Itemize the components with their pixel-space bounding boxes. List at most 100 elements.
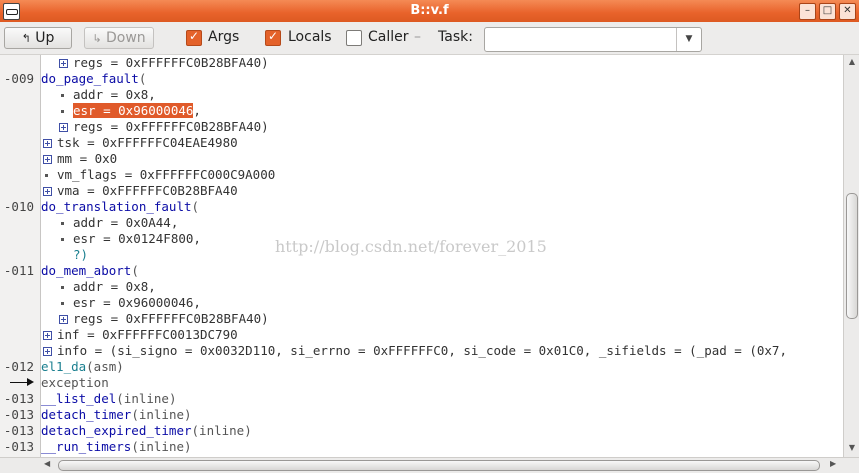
variable-text: tsk = 0xFFFFFFC04EAE4980 <box>57 135 238 150</box>
expand-plus-icon[interactable] <box>43 331 52 340</box>
stack-line[interactable]: mm = 0x0 <box>0 151 843 167</box>
locals-label[interactable]: Locals <box>288 29 332 45</box>
vertical-scrollbar[interactable]: ▲ ▼ <box>843 55 859 457</box>
maximize-icon[interactable]: □ <box>819 3 836 20</box>
minimize-icon[interactable]: – <box>799 3 816 20</box>
stack-line[interactable]: -011 do_mem_abort( <box>0 263 843 279</box>
stack-line[interactable]: inf = 0xFFFFFFC0013DC790 <box>0 327 843 343</box>
variable-text: mm = 0x0 <box>57 151 118 166</box>
variable-text: addr = 0x8, <box>73 279 156 294</box>
function-name[interactable]: do_translation_fault <box>41 199 192 214</box>
stack-line[interactable]: info = (si_signo = 0x0032D110, si_errno … <box>0 343 843 359</box>
function-suffix: ( <box>138 71 147 86</box>
function-suffix: (inline) <box>131 439 192 454</box>
stack-line[interactable]: tsk = 0xFFFFFFC04EAE4980 <box>0 135 843 151</box>
stack-line[interactable]: -013 detach_expired_timer(inline) <box>0 423 843 439</box>
function-frame: el1_da(asm) <box>41 359 124 375</box>
variable-text: regs = 0xFFFFFFC0B28BFA40) <box>73 119 269 134</box>
stack-line[interactable]: addr = 0x0A44, <box>0 215 843 231</box>
function-frame: detach_expired_timer(inline) <box>41 423 252 439</box>
expand-plus-icon[interactable] <box>43 139 52 148</box>
scroll-down-icon[interactable]: ▼ <box>846 443 858 453</box>
locals-checkbox[interactable] <box>265 29 281 46</box>
caller-separator: – <box>414 29 421 45</box>
stack-line[interactable]: esr = 0x96000046, <box>0 103 843 119</box>
function-frame: detach_timer(inline) <box>41 407 192 423</box>
bullet-icon <box>45 174 48 177</box>
stack-line[interactable]: -013 __run_timers(inline) <box>0 439 843 455</box>
stack-line[interactable]: esr = 0x96000046, <box>0 295 843 311</box>
variable-text: regs = 0xFFFFFFC0B28BFA40) <box>73 311 269 326</box>
frame-level: -012 <box>3 359 34 374</box>
stack-line[interactable]: -013 __list_del(inline) <box>0 391 843 407</box>
args-checkbox[interactable] <box>186 29 202 46</box>
stack-line[interactable]: -009 do_page_fault( <box>0 71 843 87</box>
stack-line[interactable]: -012 el1_da(asm) <box>0 359 843 375</box>
frame-label: exception <box>41 375 109 390</box>
variable-suffix: , <box>193 103 201 118</box>
expand-plus-icon[interactable] <box>43 347 52 356</box>
highlighted-variable[interactable]: esr = 0x96000046 <box>73 103 194 118</box>
stack-line[interactable]: exception <box>0 375 843 391</box>
function-name[interactable]: do_mem_abort <box>41 263 131 278</box>
bullet-icon <box>61 302 64 305</box>
function-suffix: (inline) <box>191 423 252 438</box>
stack-line[interactable]: vma = 0xFFFFFFC0B28BFA40 <box>0 183 843 199</box>
stack-line[interactable]: regs = 0xFFFFFFC0B28BFA40) <box>0 55 843 71</box>
expand-plus-icon[interactable] <box>59 59 68 68</box>
function-name[interactable]: __run_timers <box>41 439 131 454</box>
bullet-icon <box>61 94 64 97</box>
function-name[interactable]: detach_timer <box>41 407 131 422</box>
args-label[interactable]: Args <box>208 29 239 45</box>
expand-plus-icon[interactable] <box>43 155 52 164</box>
caller-checkbox[interactable] <box>346 30 362 46</box>
function-suffix: ( <box>131 263 139 278</box>
variable-text: esr = 0x0124F800, <box>73 231 201 246</box>
up-button[interactable]: ↰ Up <box>4 27 72 49</box>
function-suffix: ( <box>191 199 200 214</box>
chevron-down-icon[interactable]: ▼ <box>676 28 701 51</box>
variable-text: esr = 0x96000046, <box>73 103 201 119</box>
down-button[interactable]: ↳ Down <box>84 27 154 49</box>
bullet-icon <box>61 222 64 225</box>
frame-level: -013 <box>3 407 34 422</box>
variable-text: info = (si_signo = 0x0032D110, si_errno … <box>57 343 787 358</box>
stack-line[interactable]: regs = 0xFFFFFFC0B28BFA40) <box>0 311 843 327</box>
watermark: http://blog.csdn.net/forever_2015 <box>275 237 547 256</box>
stack-line[interactable]: addr = 0x8, <box>0 279 843 295</box>
stack-line[interactable]: -010 do_translation_fault( <box>0 199 843 215</box>
scroll-right-icon[interactable]: ▶ <box>830 459 836 468</box>
frame-level: -013 <box>3 423 34 438</box>
bullet-icon <box>61 110 64 113</box>
expand-plus-icon[interactable] <box>59 123 68 132</box>
function-name[interactable]: do_page_fault <box>41 71 139 86</box>
stack-line[interactable]: addr = 0x8, <box>0 87 843 103</box>
task-combobox[interactable]: ▼ <box>484 27 702 52</box>
stack-line[interactable]: regs = 0xFFFFFFC0B28BFA40) <box>0 119 843 135</box>
stack-line[interactable]: -013 detach_timer(inline) <box>0 407 843 423</box>
vertical-scroll-thumb[interactable] <box>846 193 858 319</box>
frame-level: -010 <box>3 199 34 214</box>
bullet-icon <box>61 286 64 289</box>
variable-text: ?) <box>73 247 89 262</box>
horizontal-scroll-thumb[interactable] <box>58 460 820 471</box>
frame-level: -013 <box>3 391 34 406</box>
function-frame: __list_del(inline) <box>41 391 176 407</box>
function-name[interactable]: detach_expired_timer <box>41 423 192 438</box>
scroll-left-icon[interactable]: ◀ <box>44 459 50 468</box>
stack-frame-view[interactable]: regs = 0xFFFFFFC0B28BFA40) -009 do_page_fa… <box>0 55 843 457</box>
close-icon[interactable]: ✕ <box>839 3 856 20</box>
scroll-up-icon[interactable]: ▲ <box>846 57 858 67</box>
frame-level: -009 <box>3 71 34 86</box>
stack-line[interactable]: vm_flags = 0xFFFFFFC000C9A000 <box>0 167 843 183</box>
function-name[interactable]: el1_da <box>41 359 86 374</box>
expand-plus-icon[interactable] <box>43 187 52 196</box>
function-suffix: (asm) <box>86 359 124 374</box>
function-frame: __run_timers(inline) <box>41 439 192 455</box>
expand-plus-icon[interactable] <box>59 315 68 324</box>
function-name[interactable]: __list_del <box>41 391 116 406</box>
up-button-label: Up <box>35 30 55 46</box>
variable-text: esr = 0x96000046, <box>73 295 201 310</box>
horizontal-scrollbar[interactable]: ◀ ▶ <box>0 457 859 473</box>
caller-label[interactable]: Caller <box>368 29 409 45</box>
